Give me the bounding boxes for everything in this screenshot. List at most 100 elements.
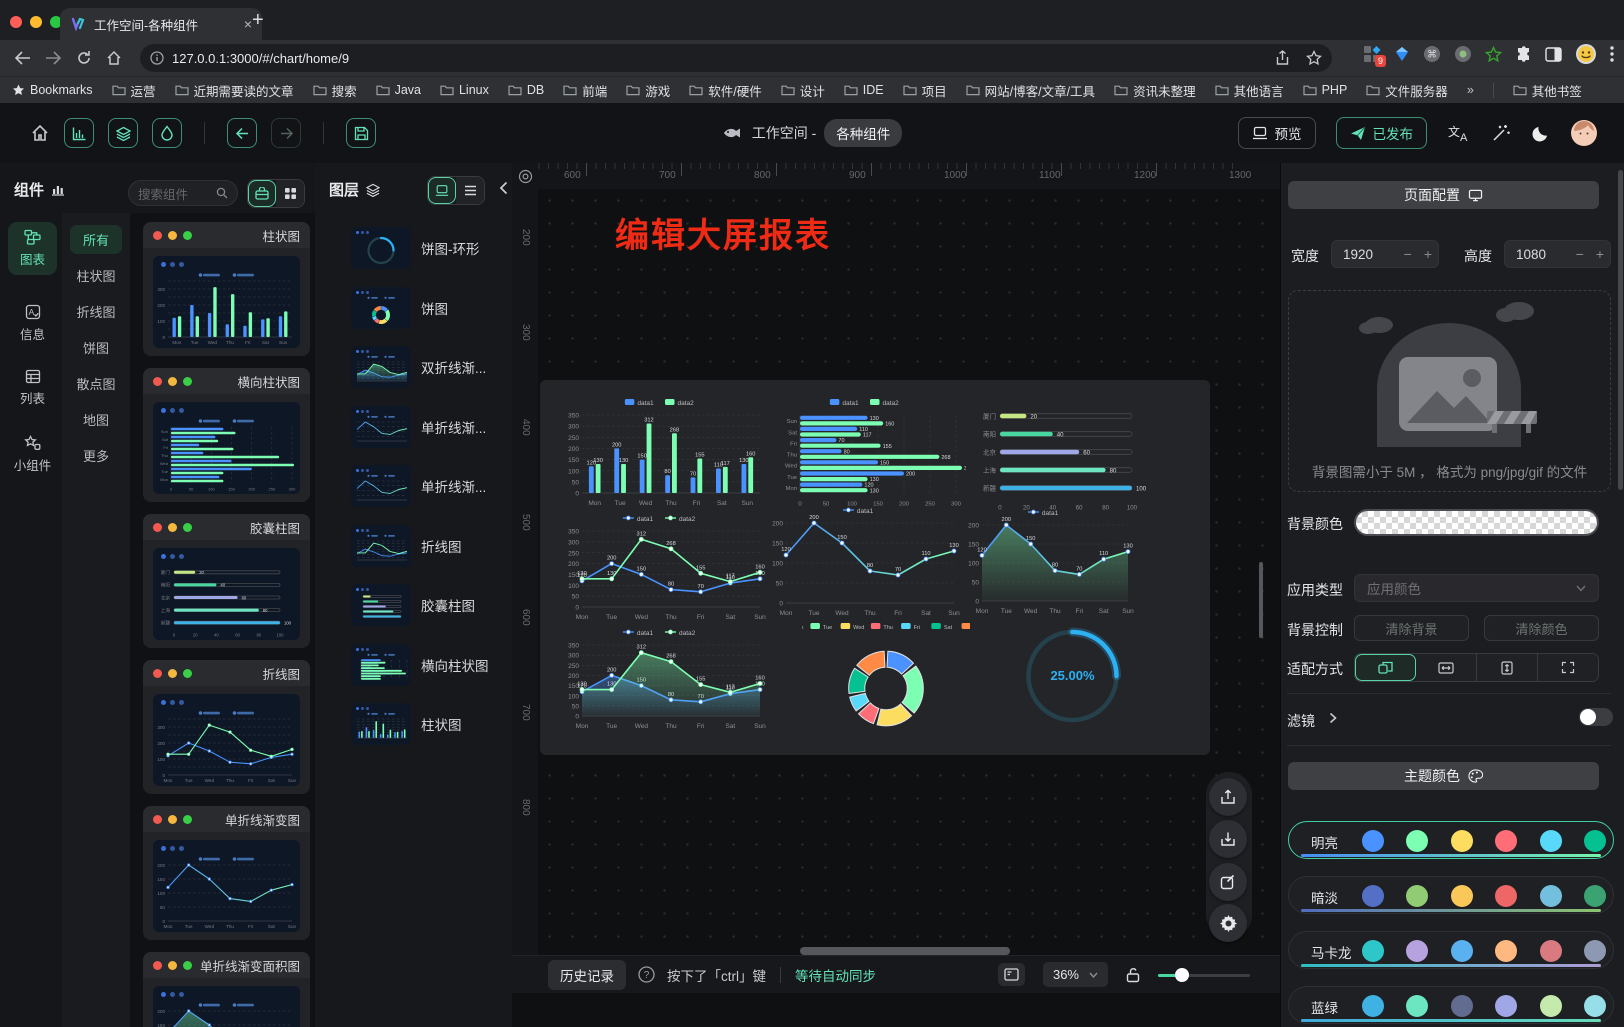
search-input[interactable]: 搜索组件 [128,180,238,206]
theme-color-dot[interactable] [1451,995,1473,1017]
filter-expand-icon[interactable] [1329,712,1337,724]
theme-color-dot[interactable] [1584,830,1606,852]
theme-color-dot[interactable] [1540,940,1562,962]
profile-avatar[interactable] [1575,43,1597,65]
theme-color-dot[interactable] [1451,885,1473,907]
window-controls[interactable] [10,16,62,28]
home-icon[interactable] [106,50,122,66]
canvas-chart-capsule[interactable]: 厦门20南阳40北京60上海80新疆100020406080100 [970,397,1166,511]
theme-color-dot[interactable] [1451,940,1473,962]
layer-item-2[interactable]: 双折线渐... [351,346,504,388]
theme-color-dot[interactable] [1406,995,1428,1017]
theme-color-dot[interactable] [1540,995,1562,1017]
forward-icon[interactable] [45,51,62,65]
style-tool-button[interactable] [152,118,182,148]
fit-height-button[interactable] [1477,654,1538,681]
theme-row-2[interactable]: 马卡龙 [1288,931,1614,969]
height-input[interactable]: 1080 −+ [1504,240,1611,268]
theme-color-dot[interactable] [1495,995,1517,1017]
extension-star-icon[interactable] [1485,46,1502,63]
theme-color-dot[interactable] [1495,940,1517,962]
thumbnail-view-button[interactable] [428,177,456,204]
url-text[interactable]: 127.0.0.1:3000/#/chart/home/9 [172,51,1275,66]
back-icon[interactable] [14,51,31,65]
bookmark-item[interactable]: 前端 [563,81,607,100]
canvas-chart-line-area[interactable]: data1050100150200MonTueWedThuFriSatSun12… [960,505,1138,615]
bookmark-item[interactable]: 游戏 [626,81,670,100]
height-minus-button[interactable]: − [1570,246,1590,262]
theme-color-dot[interactable] [1362,940,1384,962]
extension-grid-icon[interactable]: 9 [1363,45,1381,63]
theme-color-dot[interactable] [1406,885,1428,907]
theme-color-dot[interactable] [1362,885,1384,907]
category-4[interactable]: 散点图 [70,369,122,398]
layer-item-0[interactable]: 饼图-环形 [351,227,504,269]
category-2[interactable]: 折线图 [70,297,122,326]
bookmark-item[interactable]: 资讯未整理 [1114,81,1196,100]
layer-item-5[interactable]: 折线图 [351,525,504,567]
zoom-select[interactable]: 36% [1043,962,1108,987]
extension-diamond-icon[interactable] [1394,46,1410,62]
theme-color-header[interactable]: 主题颜色 [1288,762,1599,790]
bookmark-item[interactable]: 文件服务器 [1366,81,1448,100]
minimize-window-icon[interactable] [30,16,42,28]
language-icon[interactable]: 文A [1447,123,1471,143]
layer-item-8[interactable]: 柱状图 [351,703,504,745]
workspace-name[interactable]: 各种组件 [824,119,902,147]
fit-scale-button[interactable] [1355,654,1416,681]
bookmark-item[interactable]: 设计 [781,81,825,100]
width-minus-button[interactable]: − [1398,246,1418,262]
canvas-vertical-scrollbar[interactable] [1259,562,1263,638]
magic-wand-icon[interactable] [1491,123,1511,143]
canvas-area[interactable]: 6007008009001000110012001300200300400500… [512,163,1280,1027]
component-card-5[interactable]: 单折线渐变面积图 050100150200MonTueWedThuFriSatS… [143,952,310,1027]
bookmark-item[interactable]: 搜索 [313,81,357,100]
bookmark-item[interactable]: 运营 [112,81,156,100]
sidebar-nav-3[interactable]: 小组件 [8,428,57,481]
theme-color-dot[interactable] [1584,885,1606,907]
bookmark-item[interactable]: 软件/硬件 [689,81,761,100]
background-upload-area[interactable]: 背景图需小于 5M ， 格式为 png/jpg/gif 的文件 [1288,290,1611,492]
theme-color-dot[interactable] [1362,995,1384,1017]
fit-stretch-button[interactable] [1538,654,1598,681]
layer-item-6[interactable]: 胶囊柱图 [351,584,504,626]
bookmark-item[interactable]: 近期需要读的文章 [175,81,294,100]
bookmark-item[interactable]: 网站/博客/文章/工具 [966,81,1095,100]
browser-tab[interactable]: 工作空间-各种组件 × [60,8,262,40]
extension-command-icon[interactable]: ⌘ [1423,45,1441,63]
bookmark-item[interactable]: 项目 [903,81,947,100]
clear-color-button[interactable]: 清除颜色 [1484,615,1599,641]
dashboard-title[interactable]: 编辑大屏报表 [615,208,831,257]
theme-row-1[interactable]: 暗淡 [1288,876,1614,914]
canvas-chart-ring[interactable]: 25.00% [1010,613,1135,735]
history-panel-icon[interactable] [998,963,1025,986]
canvas-chart-line-dual[interactable]: data1data2050100150200250300350MonTueWed… [560,511,770,621]
chart-tool-button[interactable] [64,118,94,148]
save-button[interactable] [346,118,376,148]
config-scrollbar[interactable] [1618,170,1623,490]
publish-button[interactable]: 已发布 [1336,117,1428,149]
import-button[interactable] [1209,820,1247,858]
edit-button[interactable] [1209,863,1247,901]
theme-color-dot[interactable] [1362,830,1384,852]
export-button[interactable] [1209,778,1247,816]
filter-toggle[interactable] [1579,708,1613,726]
component-card-2[interactable]: 胶囊柱图 厦门20南阳40北京60上海80新疆100020406080100 [143,514,310,648]
redo-button[interactable] [271,118,301,148]
canvas-chart-line-gradient[interactable]: data1050100150200MonTueWedThuFriSatSun12… [764,503,964,617]
undo-button[interactable] [227,118,257,148]
side-panel-icon[interactable] [1545,46,1562,63]
help-icon[interactable]: ? [638,966,655,983]
new-tab-button[interactable]: + [252,10,264,30]
layer-item-7[interactable]: 横向柱状图 [351,644,504,686]
theme-color-dot[interactable] [1540,885,1562,907]
bookmarks-overflow-icon[interactable]: » [1467,83,1474,97]
component-card-3[interactable]: 折线图 0100200300MonTueWedThuFriSatSun [143,660,310,794]
list-view-button[interactable] [456,177,484,204]
bookmark-item[interactable]: DB [508,81,544,100]
canvas-chart-line-area-dual[interactable]: data1data2050100150200250300350MonTueWed… [560,625,770,730]
theme-color-dot[interactable] [1406,830,1428,852]
address-bar[interactable]: 127.0.0.1:3000/#/chart/home/9 [140,44,1332,72]
layer-item-4[interactable]: 单折线渐... [351,465,504,507]
height-plus-button[interactable]: + [1590,246,1610,262]
